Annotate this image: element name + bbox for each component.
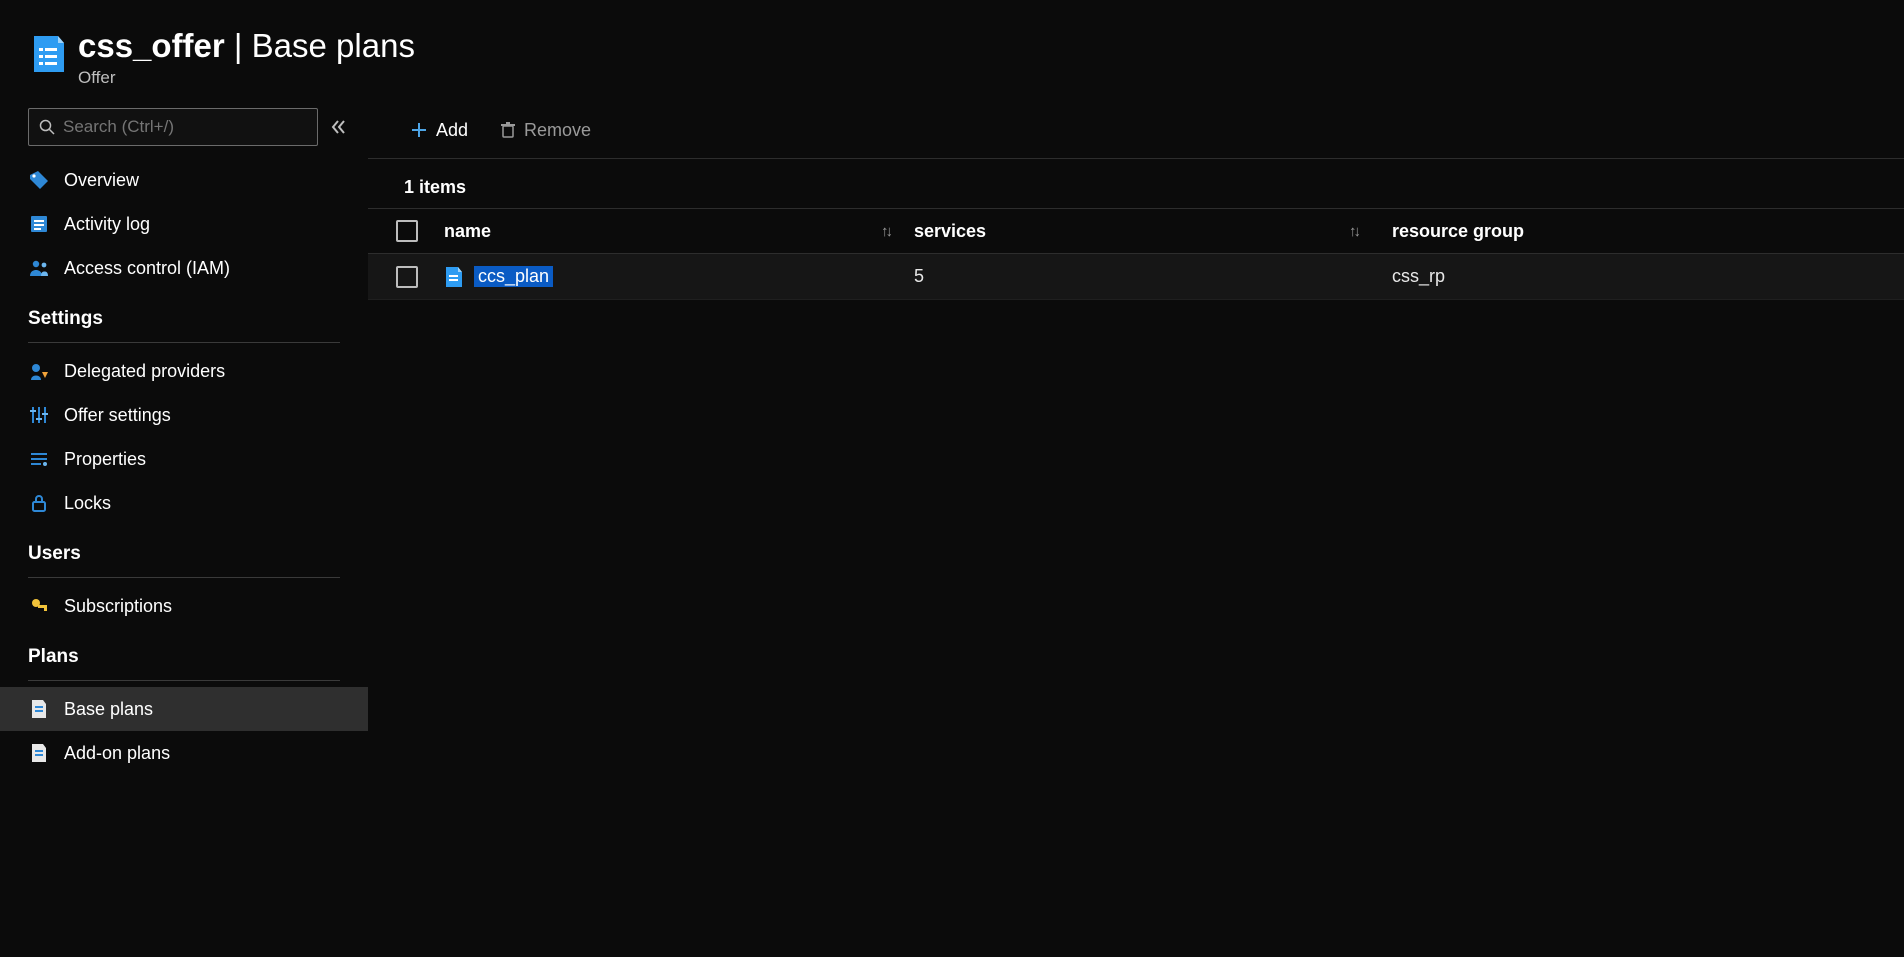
command-bar: Add Remove [368, 108, 1904, 152]
column-header-services[interactable]: services ↑↓ [914, 221, 1382, 242]
chevron-double-left-icon [329, 118, 347, 136]
sidebar-item-label: Locks [64, 493, 111, 514]
column-header-name[interactable]: name ↑↓ [434, 221, 914, 242]
resource-name: css_offer [78, 27, 225, 64]
sidebar-item-label: Properties [64, 449, 146, 470]
sidebar-item-label: Delegated providers [64, 361, 225, 382]
key-icon [28, 595, 50, 617]
offer-icon [30, 34, 66, 74]
sort-icon: ↑↓ [881, 223, 890, 240]
sidebar-item-addon-plans[interactable]: Add-on plans [0, 731, 368, 775]
select-all-checkbox[interactable] [396, 220, 418, 242]
divider [28, 342, 340, 343]
plan-icon [444, 266, 464, 288]
sidebar-section-plans: Plans [0, 628, 368, 674]
sidebar-item-base-plans[interactable]: Base plans [0, 687, 368, 731]
search-input[interactable] [63, 117, 307, 137]
people-icon [28, 257, 50, 279]
sidebar-item-label: Offer settings [64, 405, 171, 426]
column-label: name [444, 221, 491, 242]
properties-icon [28, 448, 50, 470]
sidebar-item-label: Activity log [64, 214, 150, 235]
sidebar-item-subscriptions[interactable]: Subscriptions [0, 584, 368, 628]
sidebar-item-label: Subscriptions [64, 596, 172, 617]
blade-title: Base plans [252, 27, 415, 64]
plans-table: name ↑↓ services ↑↓ resource group [368, 208, 1904, 300]
document-icon [28, 698, 50, 720]
document-icon [28, 742, 50, 764]
sidebar-section-settings: Settings [0, 290, 368, 336]
sidebar-item-delegated-providers[interactable]: Delegated providers [0, 349, 368, 393]
sidebar-item-label: Add-on plans [64, 743, 170, 764]
plan-name: ccs_plan [474, 266, 553, 287]
divider [28, 680, 340, 681]
sidebar-item-locks[interactable]: Locks [0, 481, 368, 525]
remove-button-label: Remove [524, 120, 591, 141]
sidebar-item-offer-settings[interactable]: Offer settings [0, 393, 368, 437]
sidebar-section-users: Users [0, 525, 368, 571]
column-label: services [914, 221, 986, 242]
plus-icon [410, 121, 428, 139]
remove-button[interactable]: Remove [488, 112, 603, 148]
plan-link[interactable]: ccs_plan [444, 266, 553, 288]
collapse-sidebar-button[interactable] [318, 108, 358, 146]
table-row[interactable]: ccs_plan 5 css_rp [368, 254, 1904, 300]
sidebar-item-properties[interactable]: Properties [0, 437, 368, 481]
sidebar: Overview Activity log Access con [0, 102, 368, 957]
blade-header: css_offer | Base plans Offer [0, 0, 1904, 102]
column-header-resource-group[interactable]: resource group [1382, 221, 1904, 242]
items-count: 1 items [368, 159, 1904, 208]
add-button[interactable]: Add [398, 112, 480, 148]
sidebar-item-activity-log[interactable]: Activity log [0, 202, 368, 246]
sort-icon: ↑↓ [1349, 223, 1358, 240]
sidebar-search[interactable] [28, 108, 318, 146]
delegated-icon [28, 360, 50, 382]
column-label: resource group [1392, 221, 1524, 242]
log-icon [28, 213, 50, 235]
sidebar-item-access-control[interactable]: Access control (IAM) [0, 246, 368, 290]
page-title: css_offer | Base plans [78, 28, 415, 64]
sidebar-item-overview[interactable]: Overview [0, 158, 368, 202]
sliders-icon [28, 404, 50, 426]
resource-type: Offer [78, 68, 415, 88]
main-content: Add Remove 1 items [368, 102, 1904, 957]
table-header: name ↑↓ services ↑↓ resource group [368, 208, 1904, 254]
sidebar-item-label: Overview [64, 170, 139, 191]
tag-icon [28, 169, 50, 191]
row-checkbox[interactable] [396, 266, 418, 288]
add-button-label: Add [436, 120, 468, 141]
lock-icon [28, 492, 50, 514]
cell-resource-group: css_rp [1382, 266, 1904, 287]
divider [28, 577, 340, 578]
search-icon [39, 119, 55, 135]
sidebar-item-label: Access control (IAM) [64, 258, 230, 279]
cell-services: 5 [914, 266, 1382, 287]
trash-icon [500, 121, 516, 139]
sidebar-item-label: Base plans [64, 699, 153, 720]
